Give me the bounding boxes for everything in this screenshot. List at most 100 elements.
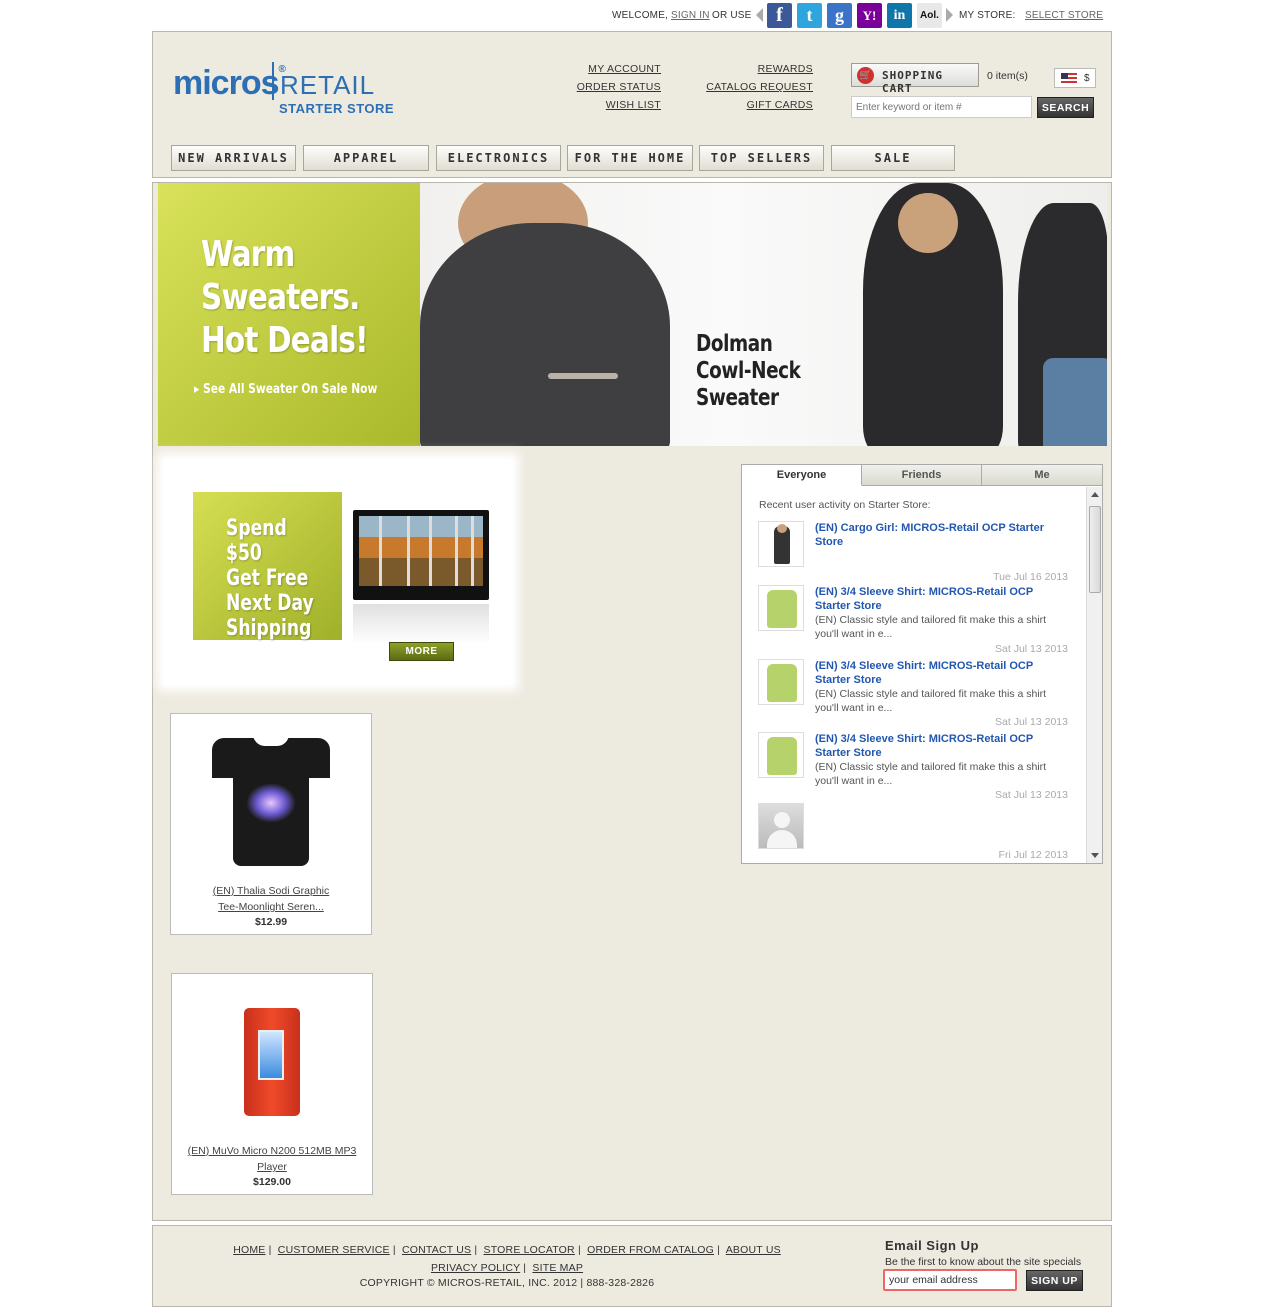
nav-new-arrivals[interactable]: NEW ARRIVALS: [171, 145, 296, 171]
tab-me[interactable]: Me: [982, 465, 1102, 486]
activity-intro: Recent user activity on Starter Store:: [759, 499, 931, 511]
nav-top-sellers[interactable]: TOP SELLERS: [699, 145, 824, 171]
order-status-link[interactable]: ORDER STATUS: [577, 81, 661, 93]
activity-date: Sat Jul 13 2013: [995, 716, 1068, 728]
product-thumbnail[interactable]: [758, 585, 804, 631]
model-jeans-image: [1043, 358, 1107, 446]
promo-green-panel: Spend $50 Get Free Next Day Shipping: [193, 492, 342, 641]
product-card[interactable]: (EN) MuVo Micro N200 512MB MP3 Player $12…: [171, 973, 373, 1195]
product-name[interactable]: (EN) Thalia Sodi Graphic Tee-Moonlight Se…: [171, 883, 371, 915]
activity-item[interactable]: (EN) Cargo Girl: MICROS-Retail OCP Start…: [758, 521, 1070, 583]
scroll-up-icon[interactable]: [1091, 492, 1099, 497]
my-account-link[interactable]: MY ACCOUNT: [588, 63, 661, 75]
activity-item[interactable]: (EN) 3/4 Sleeve Shirt: MICROS-Retail OCP…: [758, 585, 1070, 655]
aol-icon[interactable]: Aol.: [917, 3, 942, 28]
social-next-icon[interactable]: [946, 8, 953, 22]
tshirt-image[interactable]: [196, 728, 346, 878]
search-button[interactable]: SEARCH: [1037, 97, 1094, 118]
activity-item[interactable]: (EN) 3/4 Sleeve Shirt: MICROS-Retail OCP…: [758, 659, 1070, 728]
email-field[interactable]: [883, 1269, 1017, 1291]
social-prev-icon[interactable]: [756, 8, 763, 22]
footer-link-order-from-catalog[interactable]: ORDER FROM CATALOG: [587, 1244, 714, 1256]
activity-title-link[interactable]: (EN) 3/4 Sleeve Shirt: MICROS-Retail OCP…: [815, 732, 1065, 760]
activity-date: Sat Jul 13 2013: [995, 643, 1068, 655]
sign-up-button[interactable]: SIGN UP: [1026, 1270, 1083, 1291]
search-input[interactable]: [851, 96, 1032, 118]
tab-everyone[interactable]: Everyone: [742, 465, 862, 486]
product-name[interactable]: (EN) MuVo Micro N200 512MB MP3 Player: [172, 1143, 372, 1175]
activity-item[interactable]: Fri Jul 12 2013: [758, 803, 1070, 861]
product-card[interactable]: (EN) Thalia Sodi Graphic Tee-Moonlight Se…: [170, 713, 372, 935]
logo[interactable]: micros®: [173, 64, 286, 103]
twitter-icon[interactable]: t: [797, 3, 822, 28]
activity-feed: Everyone Friends Me Recent user activity…: [741, 464, 1103, 864]
footer-link-customer-service[interactable]: CUSTOMER SERVICE: [278, 1244, 390, 1256]
tv-image: [353, 510, 489, 600]
linkedin-icon[interactable]: in: [887, 3, 912, 28]
hero-banner[interactable]: Warm Sweaters. Hot Deals! ▸ See All Swea…: [158, 183, 1107, 446]
footer-link-about-us[interactable]: ABOUT US: [726, 1244, 781, 1256]
activity-item[interactable]: (EN) 3/4 Sleeve Shirt: MICROS-Retail OCP…: [758, 732, 1070, 801]
product-thumbnail[interactable]: [758, 732, 804, 778]
currency-selector[interactable]: $: [1054, 68, 1096, 88]
activity-title-link[interactable]: (EN) Cargo Girl: MICROS-Retail OCP Start…: [815, 521, 1065, 549]
promo-text: Spend $50 Get Free Next Day Shipping: [226, 516, 314, 641]
activity-description: (EN) Classic style and tailored fit make…: [815, 688, 1047, 714]
us-flag-icon: [1061, 73, 1077, 84]
footer-link-store-locator[interactable]: STORE LOCATOR: [484, 1244, 575, 1256]
copyright: COPYRIGHT © MICROS-RETAIL, INC. 2012 | 8…: [359, 1277, 655, 1289]
main-content: Warm Sweaters. Hot Deals! ▸ See All Swea…: [152, 182, 1112, 1221]
yahoo-icon[interactable]: Y!: [857, 3, 882, 28]
footer: HOME | CUSTOMER SERVICE | CONTACT US | S…: [152, 1225, 1112, 1307]
nav-sale[interactable]: SALE: [831, 145, 955, 171]
welcome-text: WELCOME,: [612, 10, 669, 21]
nav-apparel[interactable]: APPAREL: [303, 145, 429, 171]
top-bar: WELCOME, SIGN IN OR USE f t g Y! in Aol.…: [0, 0, 1263, 31]
tab-friends[interactable]: Friends: [862, 465, 982, 486]
more-button[interactable]: MORE: [389, 642, 454, 661]
product-price: $129.00: [253, 1176, 291, 1188]
logo-divider: [272, 62, 274, 100]
shopping-cart-button[interactable]: 🛒 SHOPPING CART: [851, 63, 979, 95]
hero-cta-link[interactable]: ▸ See All Sweater On Sale Now: [194, 382, 377, 397]
footer-link-contact-us[interactable]: CONTACT US: [402, 1244, 471, 1256]
activity-title-link[interactable]: (EN) 3/4 Sleeve Shirt: MICROS-Retail OCP…: [815, 585, 1065, 613]
nav-for-the-home[interactable]: FOR THE HOME: [567, 145, 693, 171]
activity-date: Sat Jul 13 2013: [995, 789, 1068, 801]
footer-links: HOME | CUSTOMER SERVICE | CONTACT US | S…: [233, 1244, 781, 1274]
footer-link-site-map[interactable]: SITE MAP: [532, 1262, 583, 1274]
activity-date: Tue Jul 16 2013: [993, 571, 1068, 583]
scroll-down-icon[interactable]: [1091, 853, 1099, 858]
scroll-thumb[interactable]: [1089, 506, 1101, 593]
footer-link-home[interactable]: HOME: [233, 1244, 265, 1256]
activity-title-link[interactable]: (EN) 3/4 Sleeve Shirt: MICROS-Retail OCP…: [815, 659, 1065, 687]
email-signup-title: Email Sign Up: [885, 1238, 979, 1253]
google-icon[interactable]: g: [827, 3, 852, 28]
model-belt-image: [548, 373, 618, 379]
wish-list-link[interactable]: WISH LIST: [606, 99, 661, 111]
header: micros® RETAIL STARTER STORE MY ACCOUNT …: [152, 31, 1112, 178]
logo-starter-store: STARTER STORE: [279, 101, 395, 116]
currency-symbol: $: [1084, 73, 1090, 84]
footer-link-privacy-policy[interactable]: PRIVACY POLICY: [431, 1262, 520, 1274]
cart-icon: 🛒: [857, 67, 874, 84]
tv-reflection: [353, 604, 489, 644]
my-store-label: MY STORE:: [959, 10, 1016, 21]
mp3-player-image[interactable]: [197, 988, 347, 1138]
user-avatar-icon[interactable]: [758, 803, 804, 849]
gift-cards-link[interactable]: GIFT CARDS: [747, 99, 813, 111]
product-thumbnail[interactable]: [758, 659, 804, 705]
sign-in-link[interactable]: SIGN IN: [671, 10, 710, 21]
rewards-link[interactable]: REWARDS: [758, 63, 813, 75]
logo-retail: RETAIL: [280, 70, 376, 100]
email-signup-text: Be the first to know about the site spec…: [885, 1256, 1082, 1268]
hero-green-panel: Warm Sweaters. Hot Deals! ▸ See All Swea…: [158, 183, 420, 446]
nav-electronics[interactable]: ELECTRONICS: [436, 145, 561, 171]
cart-item-count: 0 item(s): [987, 70, 1028, 82]
shipping-promo[interactable]: Spend $50 Get Free Next Day Shipping MOR…: [163, 459, 513, 685]
select-store-link[interactable]: SELECT STORE: [1025, 10, 1103, 21]
product-thumbnail[interactable]: [758, 521, 804, 567]
catalog-request-link[interactable]: CATALOG REQUEST: [706, 81, 813, 93]
activity-scrollbar[interactable]: [1086, 487, 1102, 863]
facebook-icon[interactable]: f: [767, 3, 792, 28]
